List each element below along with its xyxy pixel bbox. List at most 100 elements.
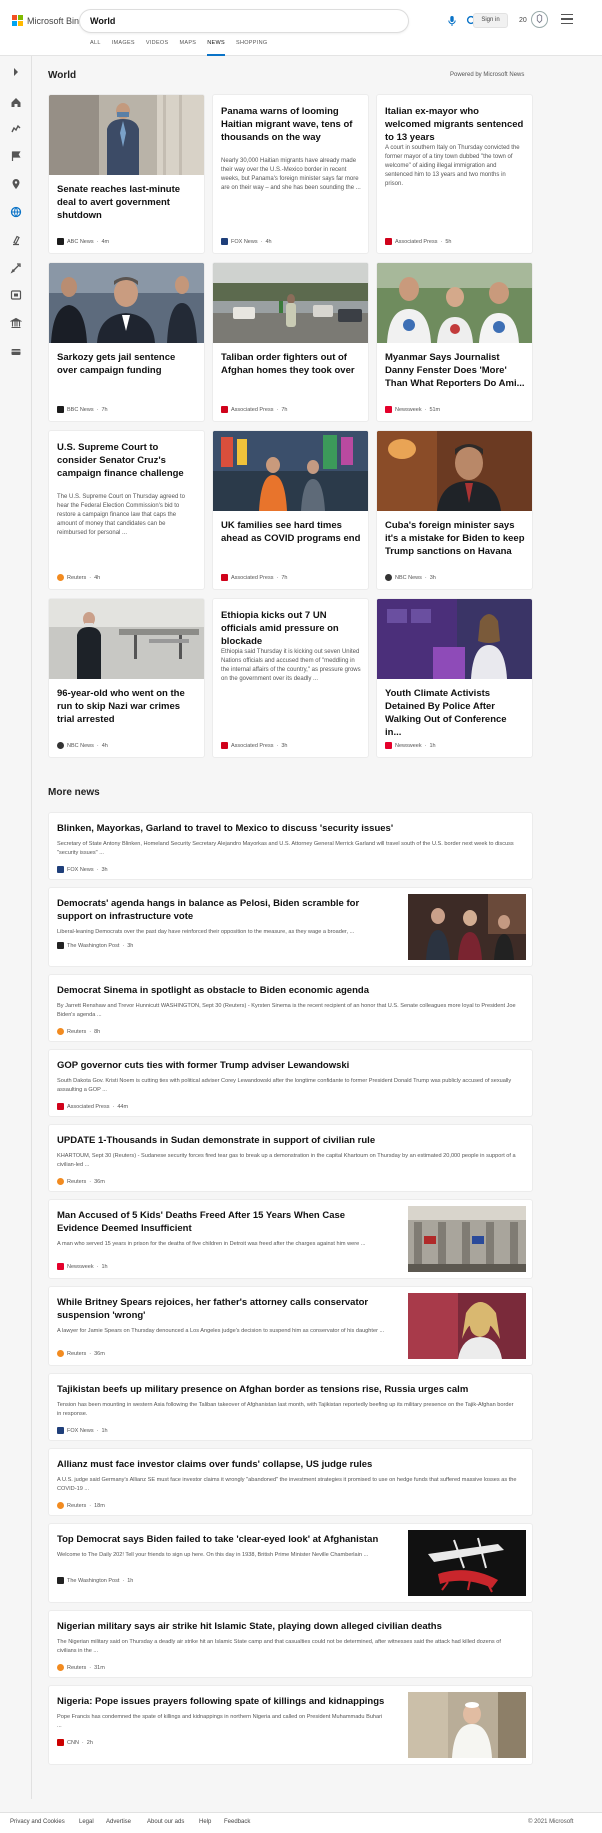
item-snippet: Secretary of State Antony Blinken, Homel… [57,841,514,856]
microphone-icon[interactable] [446,15,458,27]
list-item[interactable]: Democrats' agenda hangs in balance as Pe… [48,887,533,967]
list-item[interactable]: Nigerian military says air strike hit Is… [48,1610,533,1678]
card-title[interactable]: Sarkozy gets jail sentence over campaign… [57,351,197,377]
kabul-street-photo [213,263,368,343]
news-card[interactable]: Youth Climate Activists Detained By Poli… [376,598,533,758]
footer-link-about-ads[interactable]: About our ads [147,1819,184,1825]
rewards-medal-icon[interactable] [531,11,548,28]
news-card[interactable]: 96-year-old who went on the run to skip … [48,598,205,758]
britney-spears-photo [408,1293,526,1359]
item-title[interactable]: Man Accused of 5 Kids' Deaths Freed Afte… [57,1209,387,1235]
item-title[interactable]: While Britney Spears rejoices, her fathe… [57,1296,387,1322]
footer-link-help[interactable]: Help [199,1819,211,1825]
card-title[interactable]: Taliban order fighters out of Afghan hom… [221,351,361,377]
item-title[interactable]: Democrat Sinema in spotlight as obstacle… [57,984,517,997]
card-snippet: The U.S. Supreme Court on Thursday agree… [57,494,185,536]
item-title[interactable]: Blinken, Mayorkas, Garland to travel to … [57,822,517,835]
item-source: Reuters · 36m [57,1178,105,1185]
item-title[interactable]: UPDATE 1-Thousands in Sudan demonstrate … [57,1134,517,1147]
item-title[interactable]: Tajikistan beefs up military presence on… [57,1383,517,1396]
tab-all[interactable]: ALL [90,40,112,56]
list-item[interactable]: Top Democrat says Biden failed to take '… [48,1523,533,1603]
location-icon[interactable] [10,178,22,190]
tab-shopping[interactable]: SHOPPING [236,40,278,56]
list-item[interactable]: UPDATE 1-Thousands in Sudan demonstrate … [48,1124,533,1192]
fox-logo-icon [57,1427,64,1434]
tab-images[interactable]: IMAGES [112,40,146,56]
news-card[interactable]: Taliban order fighters out of Afghan hom… [212,262,369,422]
sign-in-button[interactable]: Sign in [473,13,508,28]
news-card[interactable]: Senate reaches last-minute deal to avert… [48,94,205,254]
courthouse-photo [408,1206,526,1272]
ap-logo-icon [57,1103,64,1110]
news-card[interactable]: UK families see hard times ahead as COVI… [212,430,369,590]
footer-link-privacy[interactable]: Privacy and Cookies [10,1819,65,1825]
rewards-count[interactable]: 20 [519,13,527,28]
item-source: Associated Press · 44m [57,1103,128,1110]
card-source: NBC News · 4h [57,742,108,749]
flag-icon[interactable] [10,150,22,162]
nbc-logo-icon [385,574,392,581]
news-card[interactable]: Panama warns of looming Haitian migrant … [212,94,369,254]
expand-icon[interactable] [10,66,22,78]
item-title[interactable]: Democrats' agenda hangs in balance as Pe… [57,897,387,923]
item-title[interactable]: Nigeria: Pope issues prayers following s… [57,1695,387,1708]
news-card[interactable]: Myanmar Says Journalist Danny Fenster Do… [376,262,533,422]
home-icon[interactable] [10,96,22,108]
news-card[interactable]: Italian ex-mayor who welcomed migrants s… [376,94,533,254]
item-title[interactable]: Allianz must face investor claims over f… [57,1458,517,1471]
card-title[interactable]: Senate reaches last-minute deal to avert… [57,183,197,222]
list-item[interactable]: Tajikistan beefs up military presence on… [48,1373,533,1441]
list-item[interactable]: Democrat Sinema in spotlight as obstacle… [48,974,533,1042]
card-title[interactable]: Ethiopia kicks out 7 UN officials amid p… [221,609,361,648]
list-item[interactable]: While Britney Spears rejoices, her fathe… [48,1286,533,1366]
money-icon[interactable] [10,346,22,358]
card-snippet: Nearly 30,000 Haitian migrants have alre… [221,158,361,191]
search-input[interactable] [90,14,340,28]
cuba-minister-photo [377,431,532,511]
item-snippet: By Jarrett Renshaw and Trevor Hunnicutt … [57,1003,516,1018]
news-card[interactable]: Ethiopia kicks out 7 UN officials amid p… [212,598,369,758]
card-title[interactable]: Italian ex-mayor who welcomed migrants s… [385,105,525,144]
tech-icon[interactable] [10,262,22,274]
card-title[interactable]: Panama warns of looming Haitian migrant … [221,105,361,144]
powered-by[interactable]: Powered by Microsoft News [450,72,524,78]
card-title[interactable]: Cuba's foreign minister says it's a mist… [385,519,525,558]
list-item[interactable]: Blinken, Mayorkas, Garland to travel to … [48,812,533,880]
entertainment-icon[interactable] [10,289,22,301]
tab-maps[interactable]: MAPS [179,40,207,56]
fox-logo-icon [57,866,64,873]
sidebar [0,56,32,1799]
list-item[interactable]: Man Accused of 5 Kids' Deaths Freed Afte… [48,1199,533,1279]
card-title[interactable]: UK families see hard times ahead as COVI… [221,519,361,545]
card-source: Associated Press · 3h [221,742,287,749]
science-icon[interactable] [10,234,22,246]
footer-link-legal[interactable]: Legal [79,1819,94,1825]
bing-logo[interactable]: Microsoft Bing [12,15,84,26]
world-icon[interactable] [10,206,22,218]
card-title[interactable]: Myanmar Says Journalist Danny Fenster Do… [385,351,525,390]
search-tabs: ALL IMAGES VIDEOS MAPS NEWS SHOPPING [90,40,278,56]
news-card[interactable]: U.S. Supreme Court to consider Senator C… [48,430,205,590]
news-card[interactable]: Sarkozy gets jail sentence over campaign… [48,262,205,422]
item-title[interactable]: GOP governor cuts ties with former Trump… [57,1059,517,1072]
us-icon[interactable] [10,123,22,135]
reuters-logo-icon [57,1664,64,1671]
menu-icon[interactable] [561,14,573,24]
item-title[interactable]: Top Democrat says Biden failed to take '… [57,1533,387,1546]
politics-icon[interactable] [10,317,22,329]
card-title[interactable]: Youth Climate Activists Detained By Poli… [385,687,525,739]
card-title[interactable]: 96-year-old who went on the run to skip … [57,687,197,726]
list-item[interactable]: GOP governor cuts ties with former Trump… [48,1049,533,1117]
tab-news[interactable]: NEWS [207,40,225,56]
footer-link-feedback[interactable]: Feedback [224,1819,250,1825]
search-box [80,10,478,32]
item-snippet: KHARTOUM, Sept 30 (Reuters) - Sudanese s… [57,1153,516,1168]
card-title[interactable]: U.S. Supreme Court to consider Senator C… [57,441,197,480]
item-title[interactable]: Nigerian military says air strike hit Is… [57,1620,517,1633]
footer-link-advertise[interactable]: Advertise [106,1819,131,1825]
tab-videos[interactable]: VIDEOS [146,40,180,56]
list-item[interactable]: Nigeria: Pope issues prayers following s… [48,1685,533,1765]
list-item[interactable]: Allianz must face investor claims over f… [48,1448,533,1516]
news-card[interactable]: Cuba's foreign minister says it's a mist… [376,430,533,590]
